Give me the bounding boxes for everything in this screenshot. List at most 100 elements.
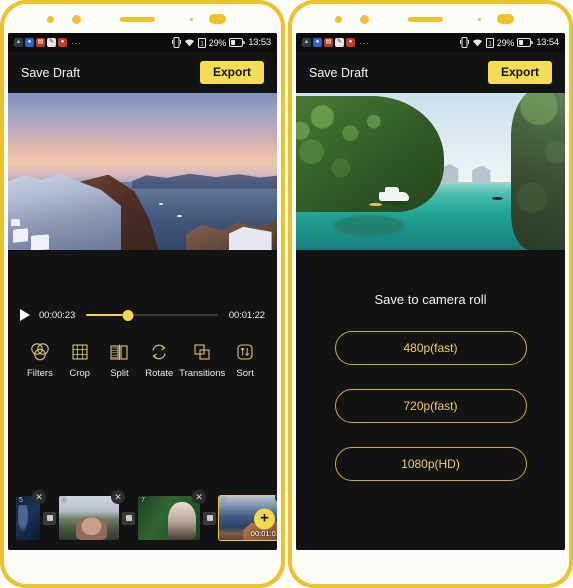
tool-split-label: Split [110, 368, 129, 379]
list-item[interactable]: 7 ✕ [138, 490, 206, 540]
clip-number: 7 [141, 497, 145, 504]
tool-crop[interactable]: Crop [60, 342, 100, 379]
quality-1080p-button[interactable]: 1080p(HD) [334, 447, 527, 481]
front-camera-icon [209, 14, 226, 24]
export-options-sheet: Save to camera roll 480p(fast) 720p(fast… [296, 250, 565, 550]
status-bar-notifications: ▲ ● ▤ ✎ ● ··· [302, 38, 370, 48]
dual-phone-mockup: ▲ ● ▤ ✎ ● ··· 1 29% 13:53 Save Draft Exp… [0, 0, 573, 588]
export-button[interactable]: Export [199, 60, 264, 85]
status-overflow-icon: ··· [359, 37, 370, 48]
building-b [30, 234, 49, 250]
proximity-sensor-icon [47, 16, 54, 23]
seek-thumb[interactable] [122, 309, 134, 321]
status-bar: ▲ ● ▤ ✎ ● ··· [8, 33, 277, 52]
building-c [11, 218, 21, 227]
tool-split[interactable]: Split [100, 342, 140, 379]
calculator-icon: ▤ [324, 38, 333, 47]
battery-icon [229, 38, 245, 47]
android-icon: ▲ [14, 38, 23, 47]
top-bezel [4, 4, 281, 33]
record-icon: ● [346, 38, 355, 47]
top-bezel [292, 4, 569, 33]
play-icon[interactable] [20, 309, 30, 321]
bottom-bezel [292, 550, 569, 584]
jungle-cliff-left [296, 96, 444, 213]
tool-sort-label: Sort [236, 368, 254, 379]
add-clip-button[interactable]: + [254, 508, 275, 530]
clip-remove-icon[interactable]: ✕ [32, 490, 46, 504]
video-preview-santorini[interactable] [8, 93, 277, 250]
tool-rotate-label: Rotate [145, 368, 174, 379]
clip-duration-label: 00:01:01 [250, 529, 277, 538]
seek-slider[interactable] [86, 308, 218, 322]
jungle-cliff-right [511, 93, 565, 250]
signal-icon: 1 [197, 37, 206, 48]
earpiece-speaker-icon [120, 17, 155, 22]
transition-button[interactable] [43, 511, 56, 525]
earpiece-speaker-icon [408, 17, 443, 22]
export-button[interactable]: Export [487, 60, 552, 85]
battery-percent-label: 29% [208, 37, 227, 48]
tool-filters-label: Filters [26, 368, 53, 379]
filters-icon [31, 343, 49, 361]
svg-text:1: 1 [200, 41, 204, 47]
white-boat [379, 186, 410, 201]
clip-remove-icon[interactable]: ✕ [111, 490, 125, 504]
boat-a [158, 202, 163, 205]
save-draft-button[interactable]: Save Draft [21, 66, 80, 80]
shield-icon: ● [313, 38, 322, 47]
light-sensor-icon [360, 15, 369, 24]
crop-icon [72, 344, 88, 360]
sort-icon [237, 344, 253, 360]
video-preview-lagoon[interactable] [296, 93, 565, 250]
tool-crop-label: Crop [69, 368, 90, 379]
current-time-label: 00:00:23 [39, 309, 76, 321]
distant-hills [131, 173, 277, 189]
tool-filters[interactable]: Filters [20, 342, 60, 379]
quality-720p-button[interactable]: 720p(fast) [334, 389, 527, 423]
phone-export-body: ▲ ● ▤ ✎ ● ··· 1 29% 13:54 Save Draft Exp… [292, 4, 569, 584]
building-a [12, 227, 28, 243]
clip-remove-icon[interactable]: ✕ [192, 490, 206, 504]
vibrate-icon [459, 37, 469, 48]
timeline-strip[interactable]: 5 ✕ 6 ✕ 7 ✕ 8 00:01:0 + [8, 488, 277, 550]
shield-icon: ● [25, 38, 34, 47]
calculator-icon: ▤ [36, 38, 45, 47]
light-sensor-icon [72, 15, 81, 24]
transition-button[interactable] [203, 511, 216, 525]
longtail-boat [492, 196, 504, 200]
clip-number: 5 [19, 497, 23, 504]
battery-percent-label: 29% [496, 37, 515, 48]
preview-frame-image [296, 93, 565, 250]
wifi-icon [184, 39, 194, 47]
sheet-title: Save to camera roll [374, 292, 487, 307]
led-indicator-icon [190, 18, 193, 21]
note-icon: ✎ [335, 38, 344, 47]
video-preview-container [296, 93, 565, 250]
tool-transitions-label: Transitions [179, 368, 226, 379]
front-camera-icon [497, 14, 514, 24]
list-item[interactable]: 5 ✕ [16, 490, 46, 540]
tool-rotate[interactable]: Rotate [139, 342, 179, 379]
battery-icon [517, 38, 533, 47]
tool-sort[interactable]: Sort [225, 342, 265, 379]
status-overflow-icon: ··· [71, 37, 82, 48]
phone-export: ▲ ● ▤ ✎ ● ··· 1 29% 13:54 Save Draft Exp… [288, 0, 573, 588]
clip-number: 8 [222, 497, 226, 504]
tool-transitions[interactable]: Transitions [179, 342, 225, 379]
vibrate-icon [171, 37, 181, 48]
status-clock: 13:53 [248, 37, 271, 48]
status-bar: ▲ ● ▤ ✎ ● ··· [296, 33, 565, 52]
transition-button[interactable] [122, 511, 135, 525]
record-icon: ● [58, 38, 67, 47]
quality-480p-button[interactable]: 480p(fast) [334, 331, 527, 365]
screen-editor: ▲ ● ▤ ✎ ● ··· 1 29% 13:53 Save Draft Exp… [8, 33, 277, 550]
list-item[interactable]: 6 ✕ [59, 490, 125, 540]
signal-icon: 1 [485, 37, 494, 48]
clip-thumbnail: 7 [138, 496, 200, 540]
save-draft-button[interactable]: Save Draft [309, 66, 368, 80]
split-icon [110, 344, 129, 360]
phone-editor: ▲ ● ▤ ✎ ● ··· 1 29% 13:53 Save Draft Exp… [0, 0, 285, 588]
status-bar-system: 1 29% 13:53 [171, 37, 271, 48]
clip-scene [138, 496, 200, 540]
